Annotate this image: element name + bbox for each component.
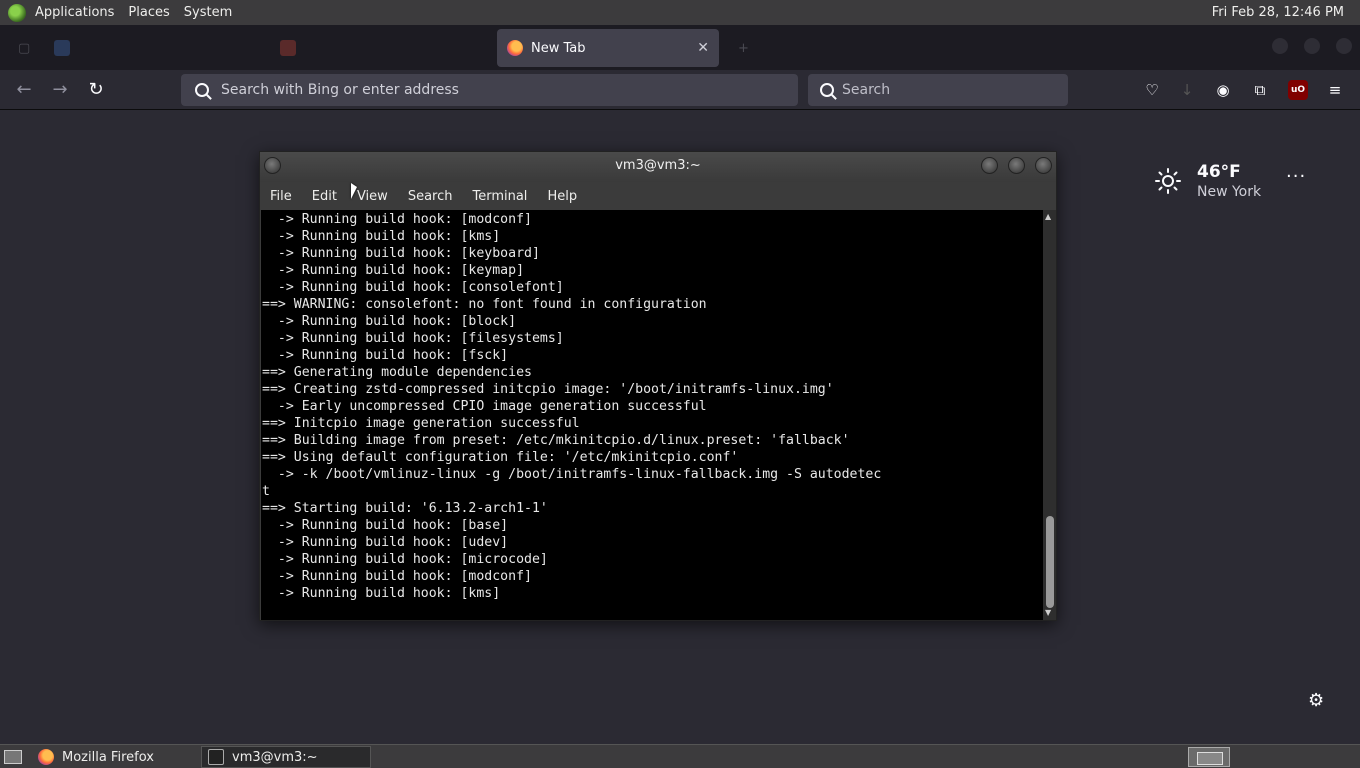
terminal-line: ==> Building image from preset: /etc/mki… xyxy=(262,433,850,448)
terminal-line: -> -k /boot/vmlinuz-linux -g /boot/initr… xyxy=(262,467,882,482)
window-maximize-button[interactable] xyxy=(1304,38,1320,54)
terminal-text: -> Running build hook: [modconf] -> Runn… xyxy=(261,210,1043,602)
account-icon[interactable]: ◉ xyxy=(1213,80,1233,100)
weather-more-button[interactable]: ··· xyxy=(1286,166,1306,187)
workspace-switcher[interactable] xyxy=(1188,747,1230,767)
distro-logo-icon[interactable] xyxy=(8,3,26,22)
reload-icon[interactable]: ↻ xyxy=(84,78,108,102)
downloads-icon[interactable]: ↓ xyxy=(1177,80,1197,100)
terminal-line: -> Running build hook: [block] xyxy=(262,314,517,329)
mouse-cursor-icon xyxy=(351,183,357,199)
tab-close-icon[interactable]: ✕ xyxy=(697,40,709,56)
terminal-line: -> Running build hook: [filesystems] xyxy=(262,331,564,346)
nav-bar: ← → ↻ Search with Bing or enter address … xyxy=(0,70,1360,110)
window-menu-button[interactable] xyxy=(264,157,281,174)
forward-arrow-icon[interactable]: → xyxy=(48,78,72,102)
menu-terminal[interactable]: Terminal xyxy=(462,189,537,204)
terminal-line: ==> Creating zstd-compressed initcpio im… xyxy=(262,382,834,397)
ublock-origin-icon[interactable]: uO xyxy=(1288,80,1308,100)
url-bar[interactable]: Search with Bing or enter address xyxy=(181,74,798,106)
system-menu[interactable]: System xyxy=(177,0,239,25)
terminal-line: -> Early uncompressed CPIO image generat… xyxy=(262,399,707,414)
desktop-icon xyxy=(4,750,22,764)
menu-file[interactable]: File xyxy=(260,189,302,204)
panel-clock[interactable]: Fri Feb 28, 12:46 PM xyxy=(1212,0,1344,25)
hamburger-menu-icon[interactable]: ≡ xyxy=(1325,80,1345,100)
search-icon xyxy=(820,83,834,97)
places-menu[interactable]: Places xyxy=(121,0,176,25)
panel-menus: Applications Places System xyxy=(28,0,239,25)
pocket-icon[interactable]: ♡ xyxy=(1142,80,1162,100)
top-panel: Applications Places System Fri Feb 28, 1… xyxy=(0,0,1360,25)
terminal-line: -> Running build hook: [modconf] xyxy=(262,569,532,584)
tab-favicon-icon xyxy=(280,40,296,56)
task-label: vm3@vm3:~ xyxy=(232,749,318,765)
terminal-line: -> Running build hook: [kms] xyxy=(262,229,501,244)
terminal-line: -> Running build hook: [microcode] xyxy=(262,552,548,567)
terminal-icon xyxy=(208,749,224,765)
scrollbar-thumb[interactable] xyxy=(1046,516,1054,608)
terminal-line: ==> Initcpio image generation successful xyxy=(262,416,580,431)
terminal-menubar: File Edit View Search Terminal Help xyxy=(260,182,1056,210)
window-close-button[interactable] xyxy=(1336,38,1352,54)
search-placeholder: Search xyxy=(842,82,891,98)
terminal-line: -> Running build hook: [modconf] xyxy=(262,212,532,227)
firefox-icon xyxy=(38,749,54,765)
terminal-line: -> Running build hook: [udev] xyxy=(262,535,509,550)
tab-favicon-icon xyxy=(54,40,70,56)
task-terminal[interactable]: vm3@vm3:~ xyxy=(201,746,371,768)
applications-menu[interactable]: Applications xyxy=(28,0,121,25)
weather-widget[interactable]: 46°F New York xyxy=(1155,162,1261,200)
scroll-down-icon[interactable]: ▼ xyxy=(1045,608,1051,617)
tab-background-1[interactable] xyxy=(44,29,262,67)
search-icon xyxy=(195,83,209,97)
terminal-line: -> Running build hook: [keymap] xyxy=(262,263,525,278)
window-minimize-button[interactable] xyxy=(1272,38,1288,54)
terminal-scrollbar[interactable]: ▲ ▼ xyxy=(1043,210,1056,620)
new-tab-button[interactable]: + xyxy=(728,29,749,67)
menu-edit[interactable]: Edit xyxy=(302,189,347,204)
back-arrow-icon[interactable]: ← xyxy=(12,78,36,102)
terminal-output[interactable]: -> Running build hook: [modconf] -> Runn… xyxy=(261,210,1043,620)
tab-strip: ▢ New Tab ✕ + xyxy=(0,25,1360,70)
terminal-window[interactable]: vm3@vm3:~ File Edit View Search Terminal… xyxy=(259,151,1057,621)
firefox-favicon-icon xyxy=(507,40,523,56)
weather-temperature: 46°F xyxy=(1197,162,1241,182)
terminal-line: -> Running build hook: [kms] xyxy=(262,586,501,601)
tab-overview-icon[interactable]: ▢ xyxy=(8,29,30,67)
weather-city: New York xyxy=(1197,184,1262,200)
terminal-line: ==> Generating module dependencies xyxy=(262,365,532,380)
terminal-line: -> Running build hook: [keyboard] xyxy=(262,246,540,261)
task-firefox[interactable]: Mozilla Firefox xyxy=(32,746,200,768)
tab-new-tab[interactable]: New Tab ✕ xyxy=(497,29,719,67)
tab-background-2[interactable] xyxy=(270,29,488,67)
terminal-line: t xyxy=(262,484,270,499)
settings-gear-icon[interactable]: ⚙ xyxy=(1308,690,1324,711)
tab-label: New Tab xyxy=(531,40,586,56)
show-desktop-icon[interactable] xyxy=(0,746,28,768)
task-label: Mozilla Firefox xyxy=(62,749,154,765)
bottom-taskbar: Mozilla Firefox vm3@vm3:~ xyxy=(0,744,1360,768)
extensions-icon[interactable]: ⧉ xyxy=(1250,80,1270,100)
terminal-line: ==> Starting build: '6.13.2-arch1-1' xyxy=(262,501,548,516)
terminal-line: ==> Using default configuration file: '/… xyxy=(262,450,739,465)
terminal-titlebar[interactable]: vm3@vm3:~ xyxy=(260,152,1056,182)
scroll-up-icon[interactable]: ▲ xyxy=(1045,212,1051,221)
menu-search[interactable]: Search xyxy=(398,189,463,204)
terminal-minimize-button[interactable] xyxy=(981,157,998,174)
sun-icon xyxy=(1155,168,1181,194)
url-placeholder: Search with Bing or enter address xyxy=(221,82,459,98)
terminal-line: -> Running build hook: [consolefont] xyxy=(262,280,564,295)
terminal-line: ==> WARNING: consolefont: no font found … xyxy=(262,297,707,312)
terminal-title: vm3@vm3:~ xyxy=(615,158,701,173)
terminal-line: -> Running build hook: [fsck] xyxy=(262,348,509,363)
terminal-close-button[interactable] xyxy=(1035,157,1052,174)
search-bar[interactable]: Search xyxy=(808,74,1068,106)
terminal-maximize-button[interactable] xyxy=(1008,157,1025,174)
terminal-line: -> Running build hook: [base] xyxy=(262,518,509,533)
menu-help[interactable]: Help xyxy=(537,189,587,204)
